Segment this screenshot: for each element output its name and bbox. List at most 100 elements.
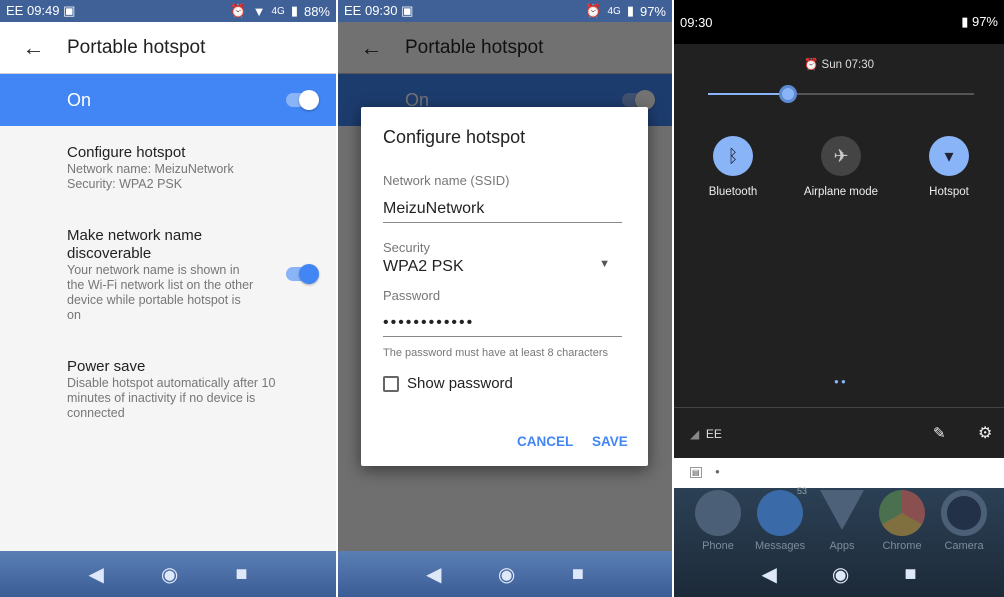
item-subtitle: Your network name is shown in the Wi-Fi …: [67, 263, 254, 322]
badge: 53: [796, 486, 807, 496]
brightness-thumb-icon[interactable]: [778, 85, 797, 103]
status-bar: EE 09:49 ▣ ⏰ ▼ 4G ▮ 88%: [0, 0, 336, 22]
configure-hotspot-item[interactable]: Configure hotspot Network name: MeizuNetw…: [67, 144, 276, 192]
discoverable-toggle[interactable]: [286, 264, 319, 284]
show-password-checkbox[interactable]: Show password: [383, 375, 513, 392]
hotspot-master-switch[interactable]: On: [0, 74, 336, 126]
divider: [674, 407, 1004, 408]
page-indicator: ● ●: [834, 377, 846, 386]
power-save-item[interactable]: Power save Disable hotspot automatically …: [67, 358, 276, 421]
navigation-bar: ◀ ◉ ■: [0, 551, 336, 597]
dropdown-arrow-icon: ▼: [599, 258, 610, 270]
back-icon[interactable]: ◀: [426, 562, 441, 587]
alarm-icon: ⏰: [804, 59, 819, 71]
brightness-slider[interactable]: [708, 85, 974, 103]
password-input[interactable]: ••••••••••••: [383, 314, 622, 337]
network-type: 4G: [271, 5, 285, 17]
battery-level: 97%: [971, 14, 998, 29]
status-bar: EE 09:30 ▣ ⏰ 4G ▮ 97%: [338, 0, 672, 22]
alarm-icon: ⏰: [585, 3, 602, 18]
back-icon[interactable]: ◀: [89, 562, 104, 587]
switch-label: On: [67, 89, 92, 110]
back-arrow-icon[interactable]: ←: [0, 35, 67, 61]
chrome-app[interactable]: Chrome: [877, 490, 927, 552]
tile-label: Airplane mode: [803, 186, 879, 198]
navigation-bar: ◀ ◉ ■: [674, 551, 1004, 597]
home-icon[interactable]: ◉: [832, 562, 849, 587]
back-icon[interactable]: ◀: [762, 562, 777, 587]
navigation-bar: ◀ ◉ ■: [338, 551, 672, 597]
security-dropdown[interactable]: WPA2 PSK ▼: [383, 258, 622, 280]
camera-icon: [941, 490, 987, 536]
home-screen-dock: Phone Messages 53 Apps Chrome Camera ◀ ◉ ■: [674, 486, 1004, 597]
dot-icon: ●: [715, 467, 720, 476]
item-subtitle: Disable hotspot automatically after 10 m…: [67, 376, 276, 420]
discoverable-item[interactable]: Make network name discoverable Your netwo…: [67, 227, 256, 323]
alarm-icon: ⏰: [230, 3, 247, 18]
ssid-label: Network name (SSID): [383, 173, 510, 188]
hotspot-settings-screen: EE 09:49 ▣ ⏰ ▼ 4G ▮ 88% ← Portable hotspot On…: [0, 0, 336, 597]
carrier: EE: [344, 3, 362, 18]
configure-hotspot-screen: EE 09:30 ▣ ⏰4G▮97% On ◀◉■ ←Portable hots…: [338, 0, 672, 597]
save-button[interactable]: SAVE: [592, 434, 628, 449]
toggle-switch[interactable]: [286, 90, 319, 110]
notification-bar[interactable]: ▤ ●: [674, 458, 1004, 488]
checkbox-icon[interactable]: [383, 375, 399, 392]
item-subtitle: Network name: MeizuNetwork Security: WPA…: [67, 162, 234, 191]
back-arrow-icon: ←: [360, 34, 383, 60]
image-icon: ▣: [63, 3, 76, 18]
carrier-row: ◢ EE: [690, 427, 722, 441]
airplane-mode-tile[interactable]: ✈ Airplane mode: [796, 136, 886, 198]
dialog-title: Configure hotspot: [383, 127, 526, 147]
next-alarm[interactable]: ⏰ Sun 07:30: [674, 57, 1004, 71]
page-title: Portable hotspot: [405, 36, 544, 58]
page-title: Portable hotspot: [67, 36, 206, 58]
network-type: 4G: [607, 5, 621, 17]
item-title: Configure hotspot: [67, 144, 186, 161]
app-bar: ← Portable hotspot: [0, 22, 336, 74]
messages-icon: [757, 490, 803, 536]
cancel-button[interactable]: CANCEL: [517, 434, 573, 449]
security-value: WPA2 PSK: [383, 258, 464, 275]
security-label: Security: [383, 240, 430, 255]
recents-icon[interactable]: ■: [572, 563, 584, 586]
ssid-input[interactable]: MeizuNetwork: [383, 200, 622, 223]
battery-icon: ▮: [961, 14, 969, 29]
tile-label: Hotspot: [929, 186, 969, 198]
bluetooth-tile[interactable]: ᛒ Bluetooth: [688, 136, 778, 198]
hotspot-tile[interactable]: ▾ Hotspot: [904, 136, 994, 198]
phone-icon: [695, 490, 741, 536]
airplane-icon: ✈: [821, 136, 861, 176]
tile-label: Bluetooth: [708, 186, 758, 198]
phone-app[interactable]: Phone: [693, 490, 743, 552]
edit-pencil-icon[interactable]: ✎: [933, 424, 946, 442]
recents-icon[interactable]: ■: [235, 563, 247, 586]
clock: 09:30: [364, 3, 398, 18]
battery-icon: ▮: [626, 3, 634, 18]
chrome-icon: [879, 490, 925, 536]
item-title: Make network name discoverable: [67, 227, 203, 262]
apps-drawer[interactable]: Apps: [817, 490, 867, 552]
battery-level: 97%: [639, 3, 666, 19]
item-title: Power save: [67, 358, 146, 375]
wifi-hotspot-icon: ▼: [252, 3, 266, 19]
clock: 09:49: [26, 3, 60, 18]
checkbox-label: Show password: [407, 375, 513, 392]
app-notification-icon: ▤: [690, 467, 702, 478]
alarm-time: Sun 07:30: [821, 59, 874, 71]
password-label: Password: [383, 288, 441, 303]
home-icon[interactable]: ◉: [161, 562, 178, 587]
home-icon[interactable]: ◉: [498, 562, 515, 587]
camera-app[interactable]: Camera: [939, 490, 989, 552]
battery-icon: ▮: [290, 3, 298, 18]
recents-icon[interactable]: ■: [904, 563, 916, 586]
configure-hotspot-dialog: Configure hotspot Network name (SSID) Me…: [361, 107, 648, 466]
password-hint: The password must have at least 8 charac…: [383, 347, 608, 359]
messages-app[interactable]: Messages 53: [755, 486, 807, 552]
clock: 09:30: [680, 14, 713, 30]
settings-gear-icon[interactable]: ⚙: [978, 423, 992, 443]
bluetooth-icon: ᛒ: [713, 136, 753, 176]
image-icon: ▣: [401, 3, 414, 18]
carrier: EE: [705, 427, 722, 441]
brightness-fill: [708, 93, 788, 95]
